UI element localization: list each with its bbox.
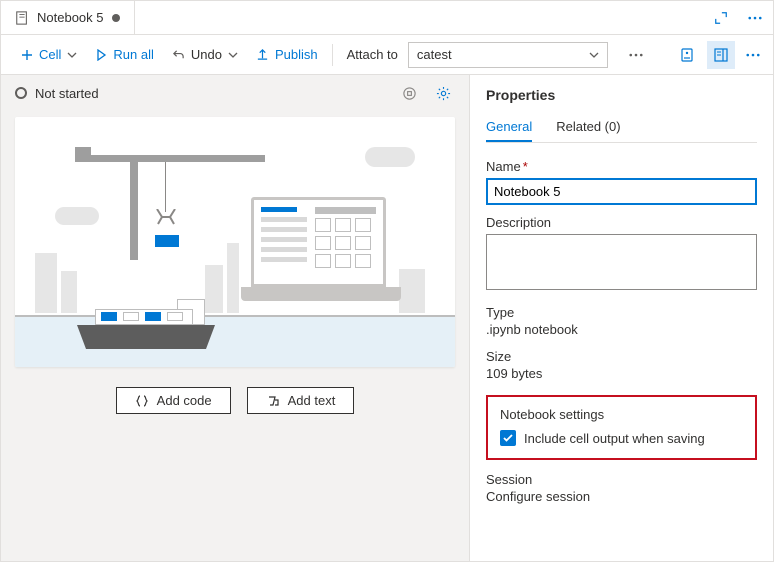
toolbar-overflow-icon[interactable] — [624, 43, 648, 67]
panel-tabs: General Related (0) — [486, 113, 757, 143]
add-text-label: Add text — [288, 393, 336, 408]
settings-gear-icon[interactable] — [431, 81, 455, 105]
run-all-label: Run all — [113, 47, 153, 62]
properties-panel-toggle[interactable] — [707, 41, 735, 69]
status-text: Not started — [35, 86, 99, 101]
empty-state-illustration — [15, 117, 455, 367]
name-input[interactable] — [486, 178, 757, 205]
modified-indicator-icon — [112, 14, 120, 22]
publish-button[interactable]: Publish — [248, 43, 326, 66]
description-input[interactable] — [486, 234, 757, 290]
type-value: .ipynb notebook — [486, 322, 757, 337]
divider — [332, 44, 333, 66]
add-text-button[interactable]: Add text — [247, 387, 355, 414]
cell-dropdown[interactable]: Cell — [13, 43, 85, 66]
attach-label: Attach to — [347, 47, 398, 62]
run-all-button[interactable]: Run all — [87, 43, 161, 66]
tab-general[interactable]: General — [486, 113, 532, 142]
notebook-settings-section: Notebook settings Include cell output wh… — [486, 395, 757, 460]
braces-icon — [135, 394, 149, 408]
attach-value: catest — [417, 47, 452, 62]
settings-heading: Notebook settings — [500, 407, 743, 422]
text-icon — [266, 394, 280, 408]
editor-pane: Not started — [1, 75, 469, 561]
type-label: Type — [486, 305, 757, 320]
variables-icon[interactable] — [673, 41, 701, 69]
add-code-label: Add code — [157, 393, 212, 408]
publish-label: Publish — [275, 47, 318, 62]
file-tab[interactable]: Notebook 5 — [1, 1, 135, 34]
tab-title: Notebook 5 — [37, 10, 104, 25]
name-label: Name* — [486, 159, 757, 174]
toolbar: Cell Run all Undo Publish Attach to cate… — [1, 35, 773, 75]
description-label: Description — [486, 215, 757, 230]
undo-label: Undo — [191, 47, 222, 62]
outline-icon[interactable] — [397, 81, 421, 105]
tab-more-icon[interactable] — [743, 6, 767, 30]
panel-title: Properties — [486, 87, 757, 103]
properties-panel: Properties General Related (0) Name* Des… — [469, 75, 773, 561]
chevron-down-icon — [589, 52, 599, 58]
undo-button[interactable]: Undo — [164, 43, 246, 66]
session-heading: Session — [486, 472, 757, 487]
play-icon — [95, 49, 107, 61]
include-output-checkbox[interactable] — [500, 430, 516, 446]
configure-session-link[interactable]: Configure session — [486, 489, 757, 504]
status-circle-icon — [15, 87, 27, 99]
publish-icon — [256, 48, 269, 61]
undo-icon — [172, 48, 185, 61]
check-icon — [503, 433, 513, 443]
expand-icon[interactable] — [709, 6, 733, 30]
plus-icon — [21, 49, 33, 61]
toolbar-more-icon[interactable] — [741, 43, 765, 67]
tab-related[interactable]: Related (0) — [556, 113, 620, 142]
notebook-icon — [15, 11, 29, 25]
size-value: 109 bytes — [486, 366, 757, 381]
add-code-button[interactable]: Add code — [116, 387, 231, 414]
tab-bar: Notebook 5 — [1, 1, 773, 35]
run-status: Not started — [15, 86, 99, 101]
attach-select[interactable]: catest — [408, 42, 608, 68]
chevron-down-icon — [228, 52, 238, 58]
cell-label: Cell — [39, 47, 61, 62]
chevron-down-icon — [67, 52, 77, 58]
include-output-label: Include cell output when saving — [524, 431, 705, 446]
size-label: Size — [486, 349, 757, 364]
